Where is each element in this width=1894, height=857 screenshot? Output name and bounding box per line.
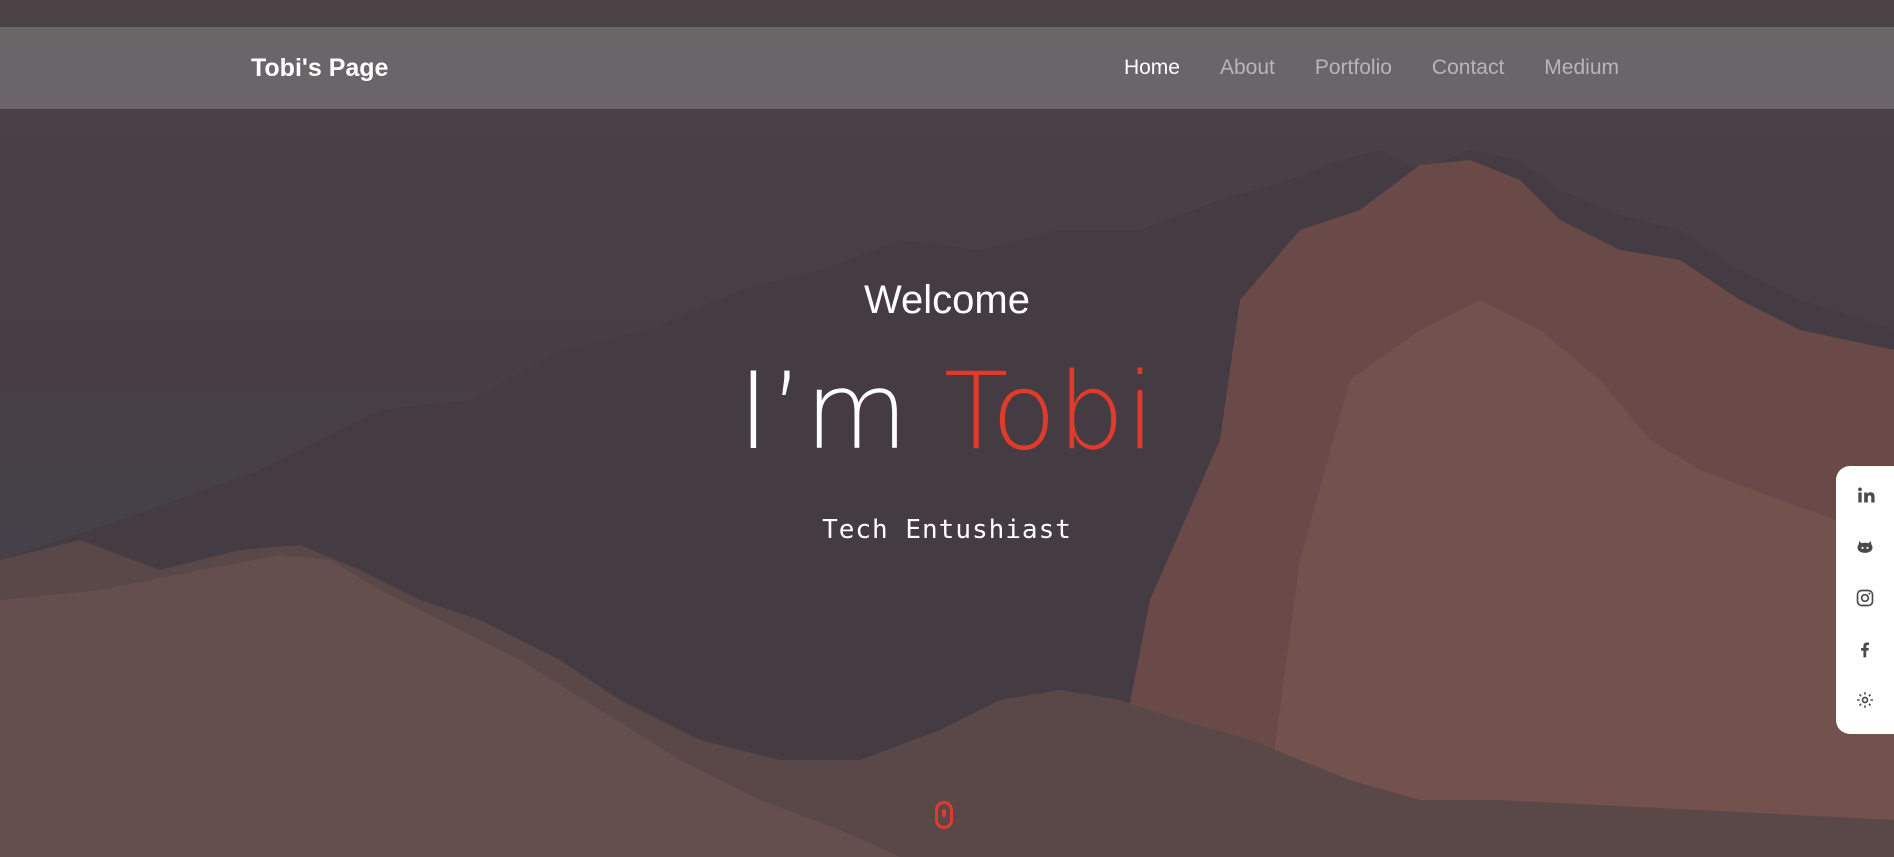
github-icon[interactable]: [1836, 531, 1894, 563]
nav-link-contact[interactable]: Contact: [1432, 27, 1504, 109]
headline-name: Tobi: [943, 350, 1157, 473]
scroll-down-mouse-icon[interactable]: [935, 801, 953, 829]
nav-link-about[interactable]: About: [1220, 27, 1275, 109]
nav-link-medium[interactable]: Medium: [1544, 27, 1619, 109]
linkedin-icon[interactable]: [1836, 479, 1894, 511]
social-sidebar: [1836, 466, 1894, 734]
hero-tagline: Tech Entushiast: [822, 515, 1072, 545]
nav-link-portfolio[interactable]: Portfolio: [1315, 27, 1392, 109]
facebook-icon[interactable]: [1836, 633, 1894, 665]
brand-logo[interactable]: Tobi's Page: [251, 27, 388, 109]
top-navbar: Tobi's Page Home About Portfolio Contact…: [0, 27, 1894, 109]
instagram-icon[interactable]: [1836, 582, 1894, 614]
nav-links: Home About Portfolio Contact Medium: [1084, 27, 1619, 109]
settings-gear-icon[interactable]: [1836, 684, 1894, 716]
welcome-heading: Welcome: [864, 278, 1030, 322]
hero-headline: I’m Tobi: [0, 350, 1894, 473]
nav-link-home[interactable]: Home: [1124, 27, 1180, 109]
headline-prefix: I’m: [737, 350, 944, 473]
